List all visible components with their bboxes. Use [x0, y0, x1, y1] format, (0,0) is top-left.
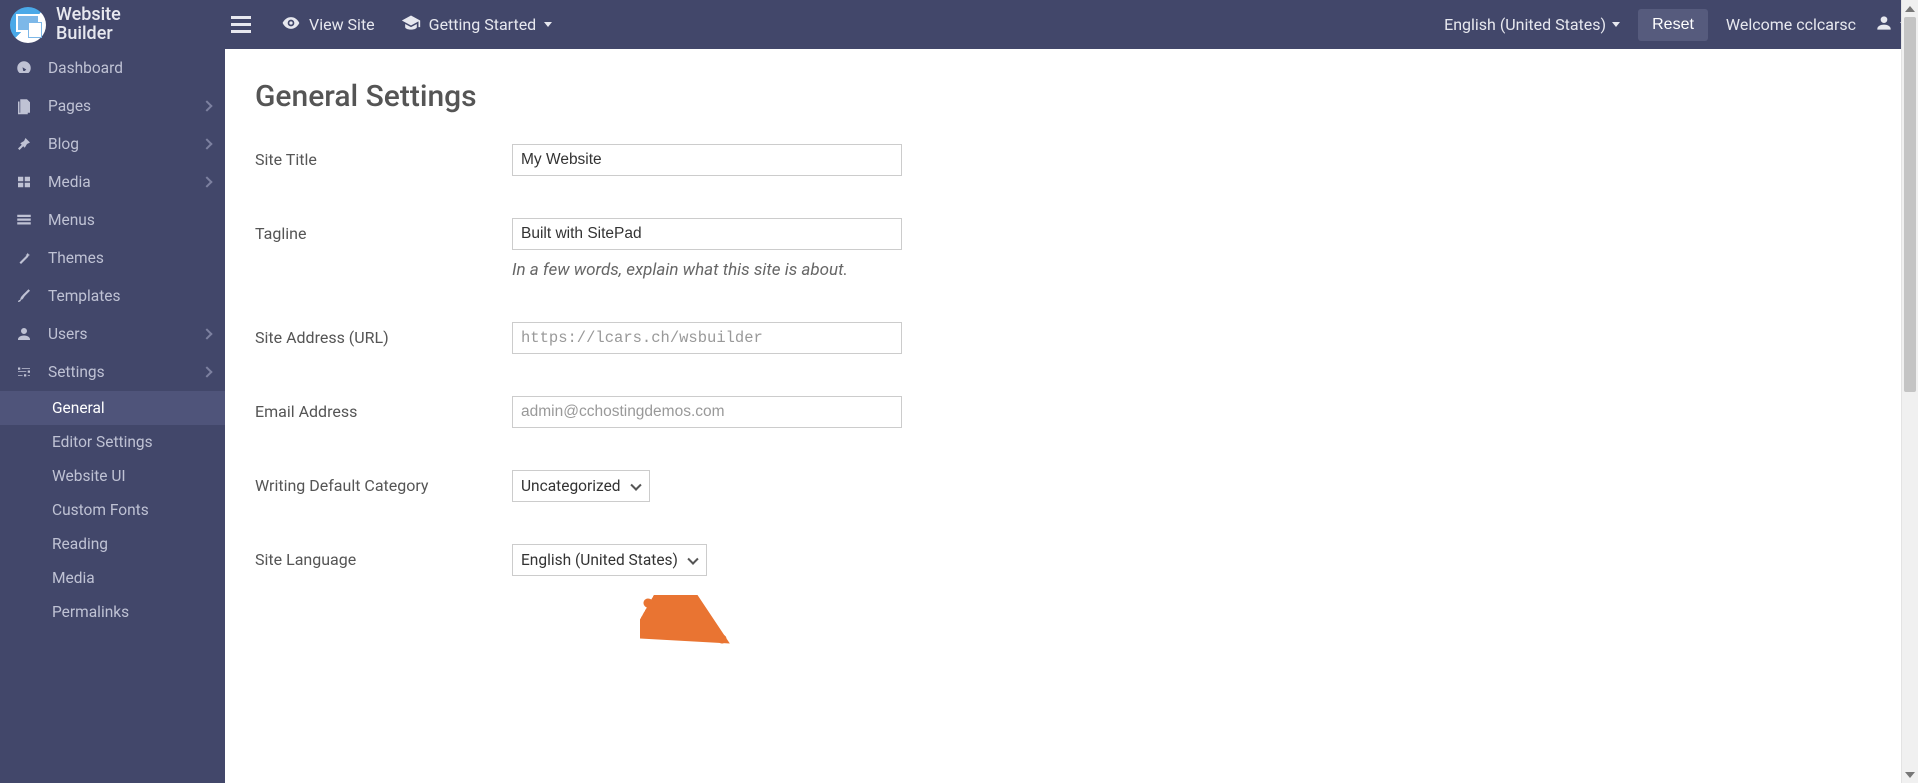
sidebar-item-media[interactable]: Media	[0, 163, 225, 201]
brand-line1: Website	[56, 6, 121, 25]
sidebar-item-label: Themes	[48, 249, 104, 267]
view-site-label: View Site	[309, 15, 375, 34]
sidebar-item-label: Users	[48, 325, 88, 343]
brand-line2: Builder	[56, 25, 121, 44]
view-site-link[interactable]: View Site	[281, 13, 375, 37]
email-input[interactable]	[512, 396, 902, 428]
pages-icon	[14, 96, 34, 116]
chevron-down-icon	[544, 22, 552, 27]
sidebar: Dashboard Pages Blog Media Menus Themes	[0, 49, 225, 783]
reset-button[interactable]: Reset	[1638, 9, 1708, 41]
media-icon	[14, 172, 34, 192]
getting-started-link[interactable]: Getting Started	[401, 13, 553, 37]
sidebar-item-themes[interactable]: Themes	[0, 239, 225, 277]
sidebar-item-settings[interactable]: Settings	[0, 353, 225, 391]
user-icon	[1874, 13, 1894, 37]
scroll-thumb[interactable]	[1904, 17, 1916, 392]
welcome-text: Welcome cclcarsc	[1726, 15, 1856, 34]
label-site-address: Site Address (URL)	[255, 322, 512, 347]
sidebar-item-dashboard[interactable]: Dashboard	[0, 49, 225, 87]
sidebar-item-users[interactable]: Users	[0, 315, 225, 353]
scroll-down-button[interactable]	[1902, 766, 1918, 783]
sidebar-item-label: Settings	[48, 363, 105, 381]
getting-started-label: Getting Started	[429, 15, 537, 34]
sidebar-sub-editor-settings[interactable]: Editor Settings	[0, 425, 225, 459]
sidebar-item-label: Menus	[48, 211, 95, 229]
site-address-input[interactable]	[512, 322, 902, 354]
brush-icon	[14, 286, 34, 306]
sidebar-item-label: Pages	[48, 97, 91, 115]
topbar: Website Builder View Site Getting Starte…	[0, 0, 1918, 49]
row-tagline: Tagline In a few words, explain what thi…	[255, 218, 1888, 280]
label-email: Email Address	[255, 396, 512, 421]
menus-icon	[14, 210, 34, 230]
top-actions: View Site Getting Started	[281, 13, 552, 37]
annotation-arrow-icon	[640, 595, 740, 659]
sidebar-item-blog[interactable]: Blog	[0, 125, 225, 163]
row-site-title: Site Title	[255, 144, 1888, 176]
label-default-category: Writing Default Category	[255, 470, 512, 495]
sidebar-item-templates[interactable]: Templates	[0, 277, 225, 315]
tagline-input[interactable]	[512, 218, 902, 250]
brand-title: Website Builder	[56, 6, 121, 44]
dashboard-icon	[14, 58, 34, 78]
sidebar-sub-website-ui[interactable]: Website UI	[0, 459, 225, 493]
wand-icon	[14, 248, 34, 268]
site-language-select[interactable]: English (United States)	[512, 544, 707, 576]
row-email: Email Address	[255, 396, 1888, 428]
row-default-category: Writing Default Category Uncategorized	[255, 470, 1888, 502]
brand-zone: Website Builder	[0, 6, 225, 44]
vertical-scrollbar[interactable]	[1901, 0, 1918, 783]
sidebar-sub-media[interactable]: Media	[0, 561, 225, 595]
row-site-address: Site Address (URL)	[255, 322, 1888, 354]
default-category-select[interactable]: Uncategorized	[512, 470, 650, 502]
row-site-language: Site Language English (United States)	[255, 544, 1888, 576]
top-right: English (United States) Reset Welcome cc…	[1444, 9, 1908, 41]
sidebar-sub-permalinks[interactable]: Permalinks	[0, 595, 225, 629]
logo-icon	[10, 7, 46, 43]
tagline-help-text: In a few words, explain what this site i…	[512, 260, 902, 280]
label-site-title: Site Title	[255, 144, 512, 169]
default-category-value: Uncategorized	[521, 477, 621, 495]
sidebar-item-label: Blog	[48, 135, 79, 153]
sidebar-item-menus[interactable]: Menus	[0, 201, 225, 239]
sidebar-item-label: Media	[48, 173, 91, 191]
sidebar-sub-general[interactable]: General	[0, 391, 225, 425]
sidebar-sub-custom-fonts[interactable]: Custom Fonts	[0, 493, 225, 527]
chevron-down-icon	[1612, 22, 1620, 27]
sidebar-item-pages[interactable]: Pages	[0, 87, 225, 125]
sidebar-item-label: Templates	[48, 287, 121, 305]
main-content: General Settings Site Title Tagline In a…	[225, 49, 1918, 783]
label-site-language: Site Language	[255, 544, 512, 569]
pin-icon	[14, 134, 34, 154]
page-title: General Settings	[255, 79, 1888, 114]
graduation-icon	[401, 13, 421, 37]
sidebar-item-label: Dashboard	[48, 59, 123, 77]
user-icon	[14, 324, 34, 344]
language-label: English (United States)	[1444, 15, 1606, 34]
site-language-value: English (United States)	[521, 551, 678, 569]
sidebar-sub-reading[interactable]: Reading	[0, 527, 225, 561]
sliders-icon	[14, 362, 34, 382]
scroll-up-button[interactable]	[1902, 0, 1918, 17]
site-title-input[interactable]	[512, 144, 902, 176]
label-tagline: Tagline	[255, 218, 512, 243]
hamburger-icon[interactable]	[231, 16, 251, 33]
language-selector[interactable]: English (United States)	[1444, 15, 1620, 34]
scroll-track[interactable]	[1902, 17, 1918, 766]
eye-icon	[281, 13, 301, 37]
